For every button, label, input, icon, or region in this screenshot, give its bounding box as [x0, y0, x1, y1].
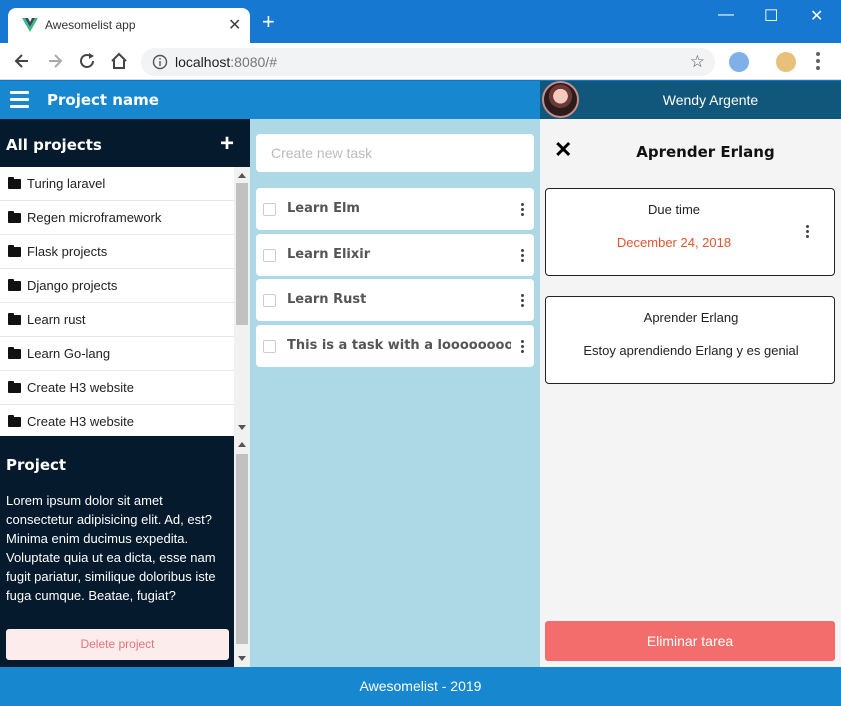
task-item[interactable]: This is a task with a looooooooooooooooo…	[256, 325, 534, 367]
sidebar-header: All projects +	[0, 119, 250, 167]
due-time-card: Due time December 24, 2018	[545, 188, 835, 276]
new-tab-button[interactable]: +	[262, 11, 275, 33]
project-item[interactable]: Create H3 website	[0, 371, 234, 405]
task-menu-icon[interactable]	[521, 340, 524, 355]
project-item[interactable]: Regen microframework	[0, 201, 234, 235]
vue-logo-icon	[22, 18, 38, 32]
task-detail-panel: ✕ Aprender Erlang Due time December 24, …	[540, 119, 841, 667]
project-list-scrollbar[interactable]	[234, 167, 250, 436]
project-description-panel: Project Lorem ipsum dolor sit amet conse…	[0, 436, 234, 667]
add-project-button[interactable]: +	[220, 130, 234, 158]
footer: Awesomelist - 2019	[0, 667, 841, 706]
delete-project-button[interactable]: Delete project	[6, 629, 229, 660]
task-menu-icon[interactable]	[521, 294, 524, 309]
task-item[interactable]: Learn Elixir	[256, 234, 534, 276]
project-list: Turing laravel Regen microframework Flas…	[0, 167, 234, 436]
forward-arrow-icon[interactable]	[45, 51, 65, 71]
user-header: Wendy Argente	[540, 81, 841, 119]
folder-icon	[8, 176, 21, 189]
scrollbar-thumb[interactable]	[236, 183, 248, 325]
sidebar-title: All projects	[6, 136, 102, 154]
scroll-down-icon[interactable]	[238, 425, 246, 430]
back-arrow-icon[interactable]	[12, 51, 32, 71]
tasks-column: Create new task Learn Elm Learn Elixir L…	[250, 119, 540, 667]
maximize-button[interactable]: ☐	[764, 6, 778, 26]
folder-icon	[8, 210, 21, 223]
browser-toolbar: localhost:8080/# ☆	[0, 43, 841, 80]
hamburger-menu-icon[interactable]	[10, 91, 29, 112]
delete-task-button[interactable]: Eliminar tarea	[545, 621, 835, 661]
due-time-label: Due time	[647, 202, 701, 217]
project-name: Project name	[47, 91, 159, 109]
scroll-up-icon[interactable]	[238, 173, 246, 178]
due-time-menu-icon[interactable]	[806, 225, 809, 240]
task-item[interactable]: Learn Elm	[256, 188, 534, 230]
folder-icon	[8, 380, 21, 393]
folder-icon	[8, 244, 21, 257]
tab-close-icon[interactable]: ✕	[228, 15, 241, 35]
new-task-input[interactable]: Create new task	[256, 134, 534, 172]
task-checkbox[interactable]	[263, 294, 276, 307]
task-detail-title: Aprender Erlang	[636, 143, 775, 161]
folder-icon	[8, 346, 21, 359]
task-checkbox[interactable]	[263, 249, 276, 262]
reload-icon[interactable]	[77, 51, 97, 71]
browser-menu-icon[interactable]	[816, 52, 820, 73]
task-checkbox[interactable]	[263, 340, 276, 353]
user-name: Wendy Argente	[662, 92, 759, 108]
window-close-button[interactable]: ✕	[810, 6, 823, 26]
project-item[interactable]: Turing laravel	[0, 167, 234, 201]
project-item[interactable]: Django projects	[0, 269, 234, 303]
browser-titlebar: Awesomelist app ✕ + — ☐ ✕	[0, 0, 841, 43]
task-checkbox[interactable]	[263, 203, 276, 216]
task-item[interactable]: Learn Rust	[256, 279, 534, 321]
app-header: Project name	[0, 81, 540, 119]
info-icon[interactable]	[152, 54, 168, 70]
folder-icon	[8, 312, 21, 325]
home-icon[interactable]	[109, 51, 129, 71]
project-item[interactable]: Flask projects	[0, 235, 234, 269]
bookmark-star-icon[interactable]: ☆	[690, 52, 705, 72]
task-description-card: Aprender Erlang Estoy aprendiendo Erlang…	[545, 296, 835, 384]
folder-icon	[8, 278, 21, 291]
sidebar: All projects + Turing laravel Regen micr…	[0, 119, 250, 667]
extension-icon[interactable]	[729, 52, 749, 72]
scroll-up-icon[interactable]	[238, 442, 246, 447]
scroll-down-icon[interactable]	[238, 656, 246, 661]
browser-tab[interactable]: Awesomelist app ✕	[8, 8, 250, 43]
description-scrollbar[interactable]	[234, 436, 250, 667]
project-item[interactable]: Learn Go-lang	[0, 337, 234, 371]
task-description-text: Estoy aprendiendo Erlang y es genial	[583, 343, 799, 358]
task-menu-icon[interactable]	[521, 203, 524, 218]
project-description-title: Project	[6, 456, 67, 474]
address-bar[interactable]: localhost:8080/# ☆	[141, 48, 715, 76]
project-item[interactable]: Create H3 website	[0, 405, 234, 436]
project-description-text: Lorem ipsum dolor sit amet consectetur a…	[6, 493, 216, 603]
extension-burger-icon[interactable]	[776, 52, 796, 72]
scrollbar-thumb[interactable]	[236, 454, 248, 644]
tab-title: Awesomelist app	[45, 18, 136, 32]
task-label: Learn Rust	[287, 292, 367, 307]
folder-icon	[8, 414, 21, 427]
task-menu-icon[interactable]	[521, 249, 524, 264]
url-text: localhost:8080/#	[175, 54, 277, 70]
task-label: Learn Elixir	[287, 247, 371, 262]
project-item[interactable]: Learn rust	[0, 303, 234, 337]
due-time-value[interactable]: December 24, 2018	[546, 235, 802, 250]
task-label: This is a task with a looooooooooooooooo…	[287, 338, 511, 353]
task-label: Learn Elm	[287, 201, 360, 216]
minimize-button[interactable]: —	[718, 6, 734, 24]
task-description-title: Aprender Erlang	[643, 310, 739, 325]
